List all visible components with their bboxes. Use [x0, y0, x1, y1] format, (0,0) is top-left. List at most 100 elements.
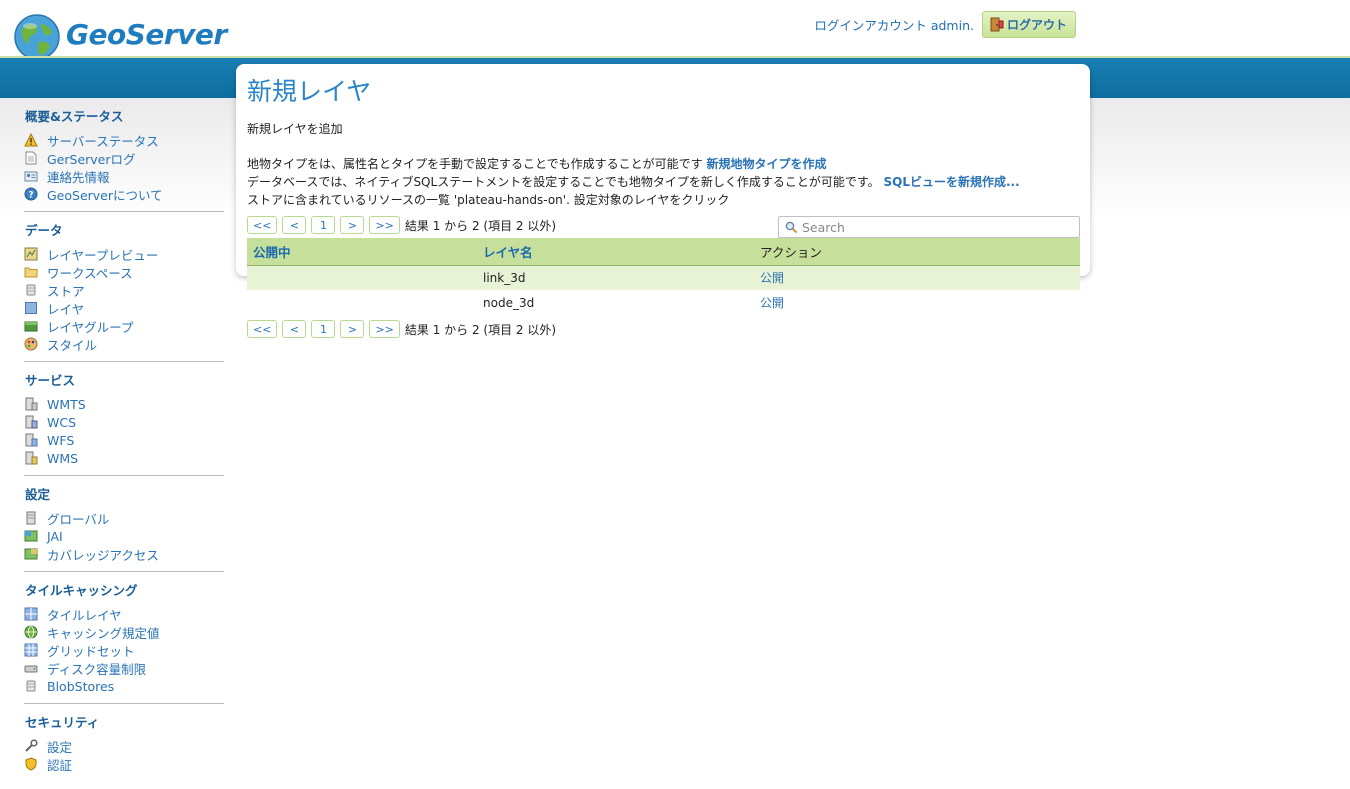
sidebar-item-label: 設定 — [47, 739, 73, 755]
sidebar-item-gridsets[interactable]: グリッドセット — [24, 641, 224, 659]
page-1-button[interactable]: 1 — [311, 216, 336, 234]
section-settings: 設定 グローバル JAI カバレッジアクセス — [24, 484, 224, 572]
sidebar-item-label: レイヤ — [47, 301, 85, 317]
database-icon — [26, 284, 36, 296]
image-icon — [24, 530, 38, 542]
grid-icon — [24, 643, 38, 657]
first-page-button[interactable]: << — [247, 320, 278, 338]
sidebar-item-wcs[interactable]: WCS — [24, 413, 224, 431]
pager-top: << < 1 > >> 結果 1 から 2 (項目 2 以外) — [247, 216, 556, 234]
sidebar-item-server-log[interactable]: GerServerログ — [24, 149, 224, 167]
next-page-button[interactable]: > — [340, 320, 365, 338]
publish-link[interactable]: 公開 — [760, 296, 784, 310]
search-icon — [785, 221, 798, 233]
sidebar-item-server-status[interactable]: サーバーステータス — [24, 131, 224, 149]
last-page-button[interactable]: >> — [369, 216, 400, 234]
logout-button[interactable]: ログアウト — [981, 11, 1076, 38]
sidebar-item-layer-preview[interactable]: レイヤープレビュー — [24, 245, 224, 263]
create-sql-view-link[interactable]: SQLビューを新規作成... — [883, 175, 1019, 189]
palette-icon — [24, 337, 38, 351]
section-title: サービス — [25, 373, 76, 388]
sidebar-item-label: 連絡先情報 — [47, 169, 110, 185]
main-content: 新規レイヤ 新規レイヤを追加 地物タイプをは、属性名とタイプを手動で設定すること… — [247, 72, 1081, 338]
next-page-button[interactable]: > — [340, 216, 365, 234]
column-header-action: アクション — [754, 238, 1080, 266]
sidebar-item-label: レイヤープレビュー — [47, 247, 159, 263]
image-icon — [24, 548, 38, 560]
column-header-published[interactable]: 公開中 — [247, 238, 477, 266]
sidebar-item-tile-layers[interactable]: タイルレイヤ — [24, 605, 224, 623]
first-page-button[interactable]: << — [247, 216, 278, 234]
description-text: 地物タイプをは、属性名とタイプを手動で設定することでも作成することが可能です — [247, 157, 703, 171]
section-title: 設定 — [25, 487, 51, 502]
prev-page-button[interactable]: < — [282, 320, 307, 338]
search-input[interactable] — [802, 219, 1072, 235]
sidebar-item-caching-defaults[interactable]: キャッシング規定値 — [24, 623, 224, 641]
sidebar-item-security-settings[interactable]: 設定 — [24, 737, 224, 755]
sidebar-item-wms[interactable]: WMS — [24, 449, 224, 467]
sidebar-item-contact-info[interactable]: 連絡先情報 — [24, 167, 224, 185]
layer-group-icon — [24, 321, 38, 332]
section-title: タイルキャッシング — [25, 583, 138, 598]
table-header-row: 公開中 レイヤ名 アクション — [247, 238, 1080, 266]
disk-icon — [24, 665, 38, 673]
header: GeoServer ログインアカウント admin. ログアウト — [0, 0, 1350, 60]
sidebar-item-blobstores[interactable]: BlobStores — [24, 677, 224, 695]
sidebar-item-label: WFS — [47, 432, 75, 448]
create-feature-type-link[interactable]: 新規地物タイプを作成 — [706, 157, 826, 171]
server-icon — [25, 451, 38, 465]
section-tile-caching: タイルキャッシング タイルレイヤ キャッシング規定値 グリッドセット ディスク容… — [24, 580, 224, 704]
sidebar-item-styles[interactable]: スタイル — [24, 335, 224, 353]
sidebar-item-wmts[interactable]: WMTS — [24, 395, 224, 413]
section-title: データ — [25, 223, 63, 238]
section-services: サービス WMTS WCS WFS WMS — [24, 370, 224, 476]
section-about-status: 概要&ステータス サーバーステータス GerServerログ 連絡先情報 ? G… — [24, 106, 224, 212]
layers-table: 公開中 レイヤ名 アクション link_3d 公開 node_3d 公開 — [247, 238, 1080, 315]
sidebar-item-workspaces[interactable]: ワークスペース — [24, 263, 224, 281]
sidebar-item-wfs[interactable]: WFS — [24, 431, 224, 449]
page-1-button[interactable]: 1 — [311, 320, 336, 338]
sidebar-item-layers[interactable]: レイヤ — [24, 299, 224, 317]
server-icon — [25, 415, 38, 429]
contact-card-icon — [24, 171, 38, 182]
server-icon — [25, 433, 38, 447]
sidebar-item-label: GerServerログ — [47, 151, 136, 167]
server-icon — [25, 397, 38, 411]
sidebar-item-jai[interactable]: JAI — [24, 527, 224, 545]
shield-icon — [25, 757, 37, 771]
sidebar-item-label: スタイル — [47, 337, 98, 353]
sidebar-item-about[interactable]: ? GeoServerについて — [24, 185, 224, 203]
server-icon — [26, 511, 36, 525]
folder-icon — [24, 267, 38, 278]
store-resources-description: ストアに含まれているリソースの一覧 'plateau-hands-on'. 設定… — [247, 193, 730, 207]
published-cell — [247, 265, 477, 290]
globe-icon — [24, 625, 38, 639]
document-icon — [25, 151, 37, 165]
login-area: ログインアカウント admin. ログアウト — [814, 11, 1076, 38]
column-header-layer-name[interactable]: レイヤ名 — [477, 238, 754, 266]
warning-icon — [24, 133, 38, 147]
grid-icon — [24, 607, 38, 621]
sidebar-item-label: カバレッジアクセス — [47, 547, 159, 563]
sidebar-item-label: WMTS — [47, 396, 86, 412]
sidebar-item-layer-groups[interactable]: レイヤグループ — [24, 317, 224, 335]
section-security: セキュリティ 設定 認証 — [24, 712, 224, 781]
sidebar-item-coverage-access[interactable]: カバレッジアクセス — [24, 545, 224, 563]
sidebar-item-global[interactable]: グローバル — [24, 509, 224, 527]
sidebar-item-authentication[interactable]: 認証 — [24, 755, 224, 773]
description-text: データベースでは、ネイティブSQLステートメントを設定することでも地物タイプを新… — [247, 175, 880, 189]
geoserver-logo[interactable]: GeoServer — [12, 12, 227, 62]
action-cell: 公開 — [754, 265, 1080, 290]
database-icon — [26, 680, 36, 692]
prev-page-button[interactable]: < — [282, 216, 307, 234]
sidebar-item-label: JAI — [47, 528, 63, 544]
table-row: link_3d 公開 — [247, 265, 1080, 290]
sidebar-item-label: キャッシング規定値 — [47, 625, 160, 641]
sidebar-item-stores[interactable]: ストア — [24, 281, 224, 299]
publish-link[interactable]: 公開 — [760, 271, 784, 285]
layer-icon — [25, 302, 37, 314]
pager-summary: 結果 1 から 2 (項目 2 以外) — [404, 218, 557, 233]
sidebar-nav: 概要&ステータス サーバーステータス GerServerログ 連絡先情報 ? G… — [24, 106, 224, 789]
sidebar-item-disk-quota[interactable]: ディスク容量制限 — [24, 659, 224, 677]
last-page-button[interactable]: >> — [369, 320, 400, 338]
